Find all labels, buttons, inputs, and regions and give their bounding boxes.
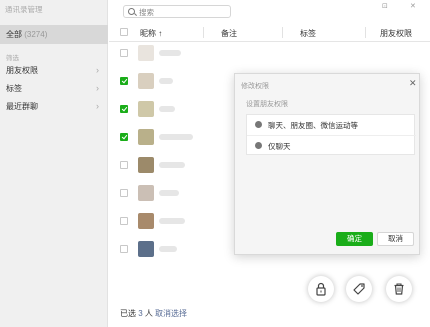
blurred-name <box>159 134 193 140</box>
row-checkbox[interactable] <box>120 245 128 253</box>
avatar <box>138 129 154 145</box>
sidebar-item-friend-permissions[interactable]: 朋友权限 › <box>0 62 108 79</box>
avatar <box>138 73 154 89</box>
chevron-right-icon: › <box>96 65 99 75</box>
column-nickname[interactable]: 昵称 ↑ <box>140 28 162 39</box>
cancel-button[interactable]: 取消 <box>377 232 414 246</box>
confirm-button[interactable]: 确定 <box>336 232 373 246</box>
pin-icon[interactable]: ⊡ <box>382 2 388 10</box>
bottom-bar: 已选 3 人 取消选择 <box>109 264 430 327</box>
tag-button[interactable] <box>346 276 372 302</box>
column-divider <box>365 27 366 38</box>
blurred-name <box>159 106 175 112</box>
trash-icon <box>394 283 404 295</box>
table-row[interactable] <box>109 43 430 71</box>
modify-permissions-dialog: 修改权限 ✕ 设置朋友权限 聊天、朋友圈、微信运动等 仅聊天 确定 取消 <box>234 73 420 255</box>
avatar <box>138 241 154 257</box>
row-checkbox[interactable] <box>120 105 128 113</box>
option-chat-moments[interactable]: 聊天、朋友圈、微信运动等 <box>247 115 416 135</box>
sidebar-item-label: 标签 <box>6 84 22 93</box>
sidebar-item-all[interactable]: 全部 (3274) <box>0 25 108 44</box>
selection-prefix: 已选 <box>120 309 136 318</box>
chevron-right-icon: › <box>96 101 99 111</box>
row-checkbox[interactable] <box>120 217 128 225</box>
column-divider <box>203 27 204 38</box>
sidebar-item-tags[interactable]: 标签 › <box>0 80 108 97</box>
search-icon <box>128 8 135 15</box>
option-label: 聊天、朋友圈、微信运动等 <box>268 121 358 130</box>
option-chat-only[interactable]: 仅聊天 <box>247 136 416 156</box>
column-tags[interactable]: 标签 <box>300 28 316 39</box>
column-divider <box>282 27 283 38</box>
lock-icon <box>316 282 326 296</box>
close-icon[interactable]: ✕ <box>409 78 417 89</box>
permission-options: 聊天、朋友圈、微信运动等 仅聊天 <box>246 114 416 156</box>
blurred-name <box>159 190 179 196</box>
avatar <box>138 157 154 173</box>
settings-icon <box>255 121 262 128</box>
avatar <box>138 185 154 201</box>
chevron-right-icon: › <box>96 83 99 93</box>
blurred-name <box>159 162 185 168</box>
dialog-title: 修改权限 <box>241 83 269 90</box>
row-checkbox[interactable] <box>120 49 128 57</box>
sidebar: 通讯录管理 全部 (3274) 筛选 朋友权限 › 标签 › 最近群聊 › <box>0 0 108 327</box>
row-checkbox[interactable] <box>120 161 128 169</box>
select-all-checkbox[interactable] <box>120 28 128 36</box>
blurred-name <box>159 246 177 252</box>
option-label: 仅聊天 <box>268 142 291 151</box>
avatar <box>138 45 154 61</box>
table-header: 昵称 ↑ 备注 标签 朋友权限 <box>109 23 430 42</box>
row-checkbox[interactable] <box>120 77 128 85</box>
close-icon[interactable]: ✕ <box>410 2 416 10</box>
filter-section-label: 筛选 <box>6 55 19 62</box>
blurred-name <box>159 50 181 56</box>
permission-button[interactable] <box>308 276 334 302</box>
sidebar-item-label: 最近群聊 <box>6 102 38 111</box>
contact-count: (3274) <box>24 30 48 39</box>
sidebar-item-recent-groups[interactable]: 最近群聊 › <box>0 98 108 115</box>
search-placeholder: 搜索 <box>139 8 154 17</box>
sidebar-item-label: 全部 <box>6 30 22 39</box>
window-title: 通讯录管理 <box>5 5 43 14</box>
blurred-name <box>159 78 173 84</box>
selection-count: 已选 3 人 <box>120 308 153 319</box>
avatar <box>138 213 154 229</box>
user-icon <box>255 142 262 149</box>
avatar <box>138 101 154 117</box>
column-remark[interactable]: 备注 <box>221 28 237 39</box>
row-checkbox[interactable] <box>120 133 128 141</box>
sidebar-item-label: 朋友权限 <box>6 66 38 75</box>
selection-number: 3 <box>138 309 143 318</box>
selection-suffix: 人 <box>144 309 153 318</box>
delete-button[interactable] <box>386 276 412 302</box>
dialog-subtitle: 设置朋友权限 <box>246 101 288 108</box>
column-permissions[interactable]: 朋友权限 <box>380 28 412 39</box>
cancel-selection-link[interactable]: 取消选择 <box>155 308 187 319</box>
blurred-name <box>159 218 185 224</box>
tag-icon <box>353 283 365 295</box>
row-checkbox[interactable] <box>120 189 128 197</box>
search-input[interactable]: 搜索 <box>123 5 231 18</box>
